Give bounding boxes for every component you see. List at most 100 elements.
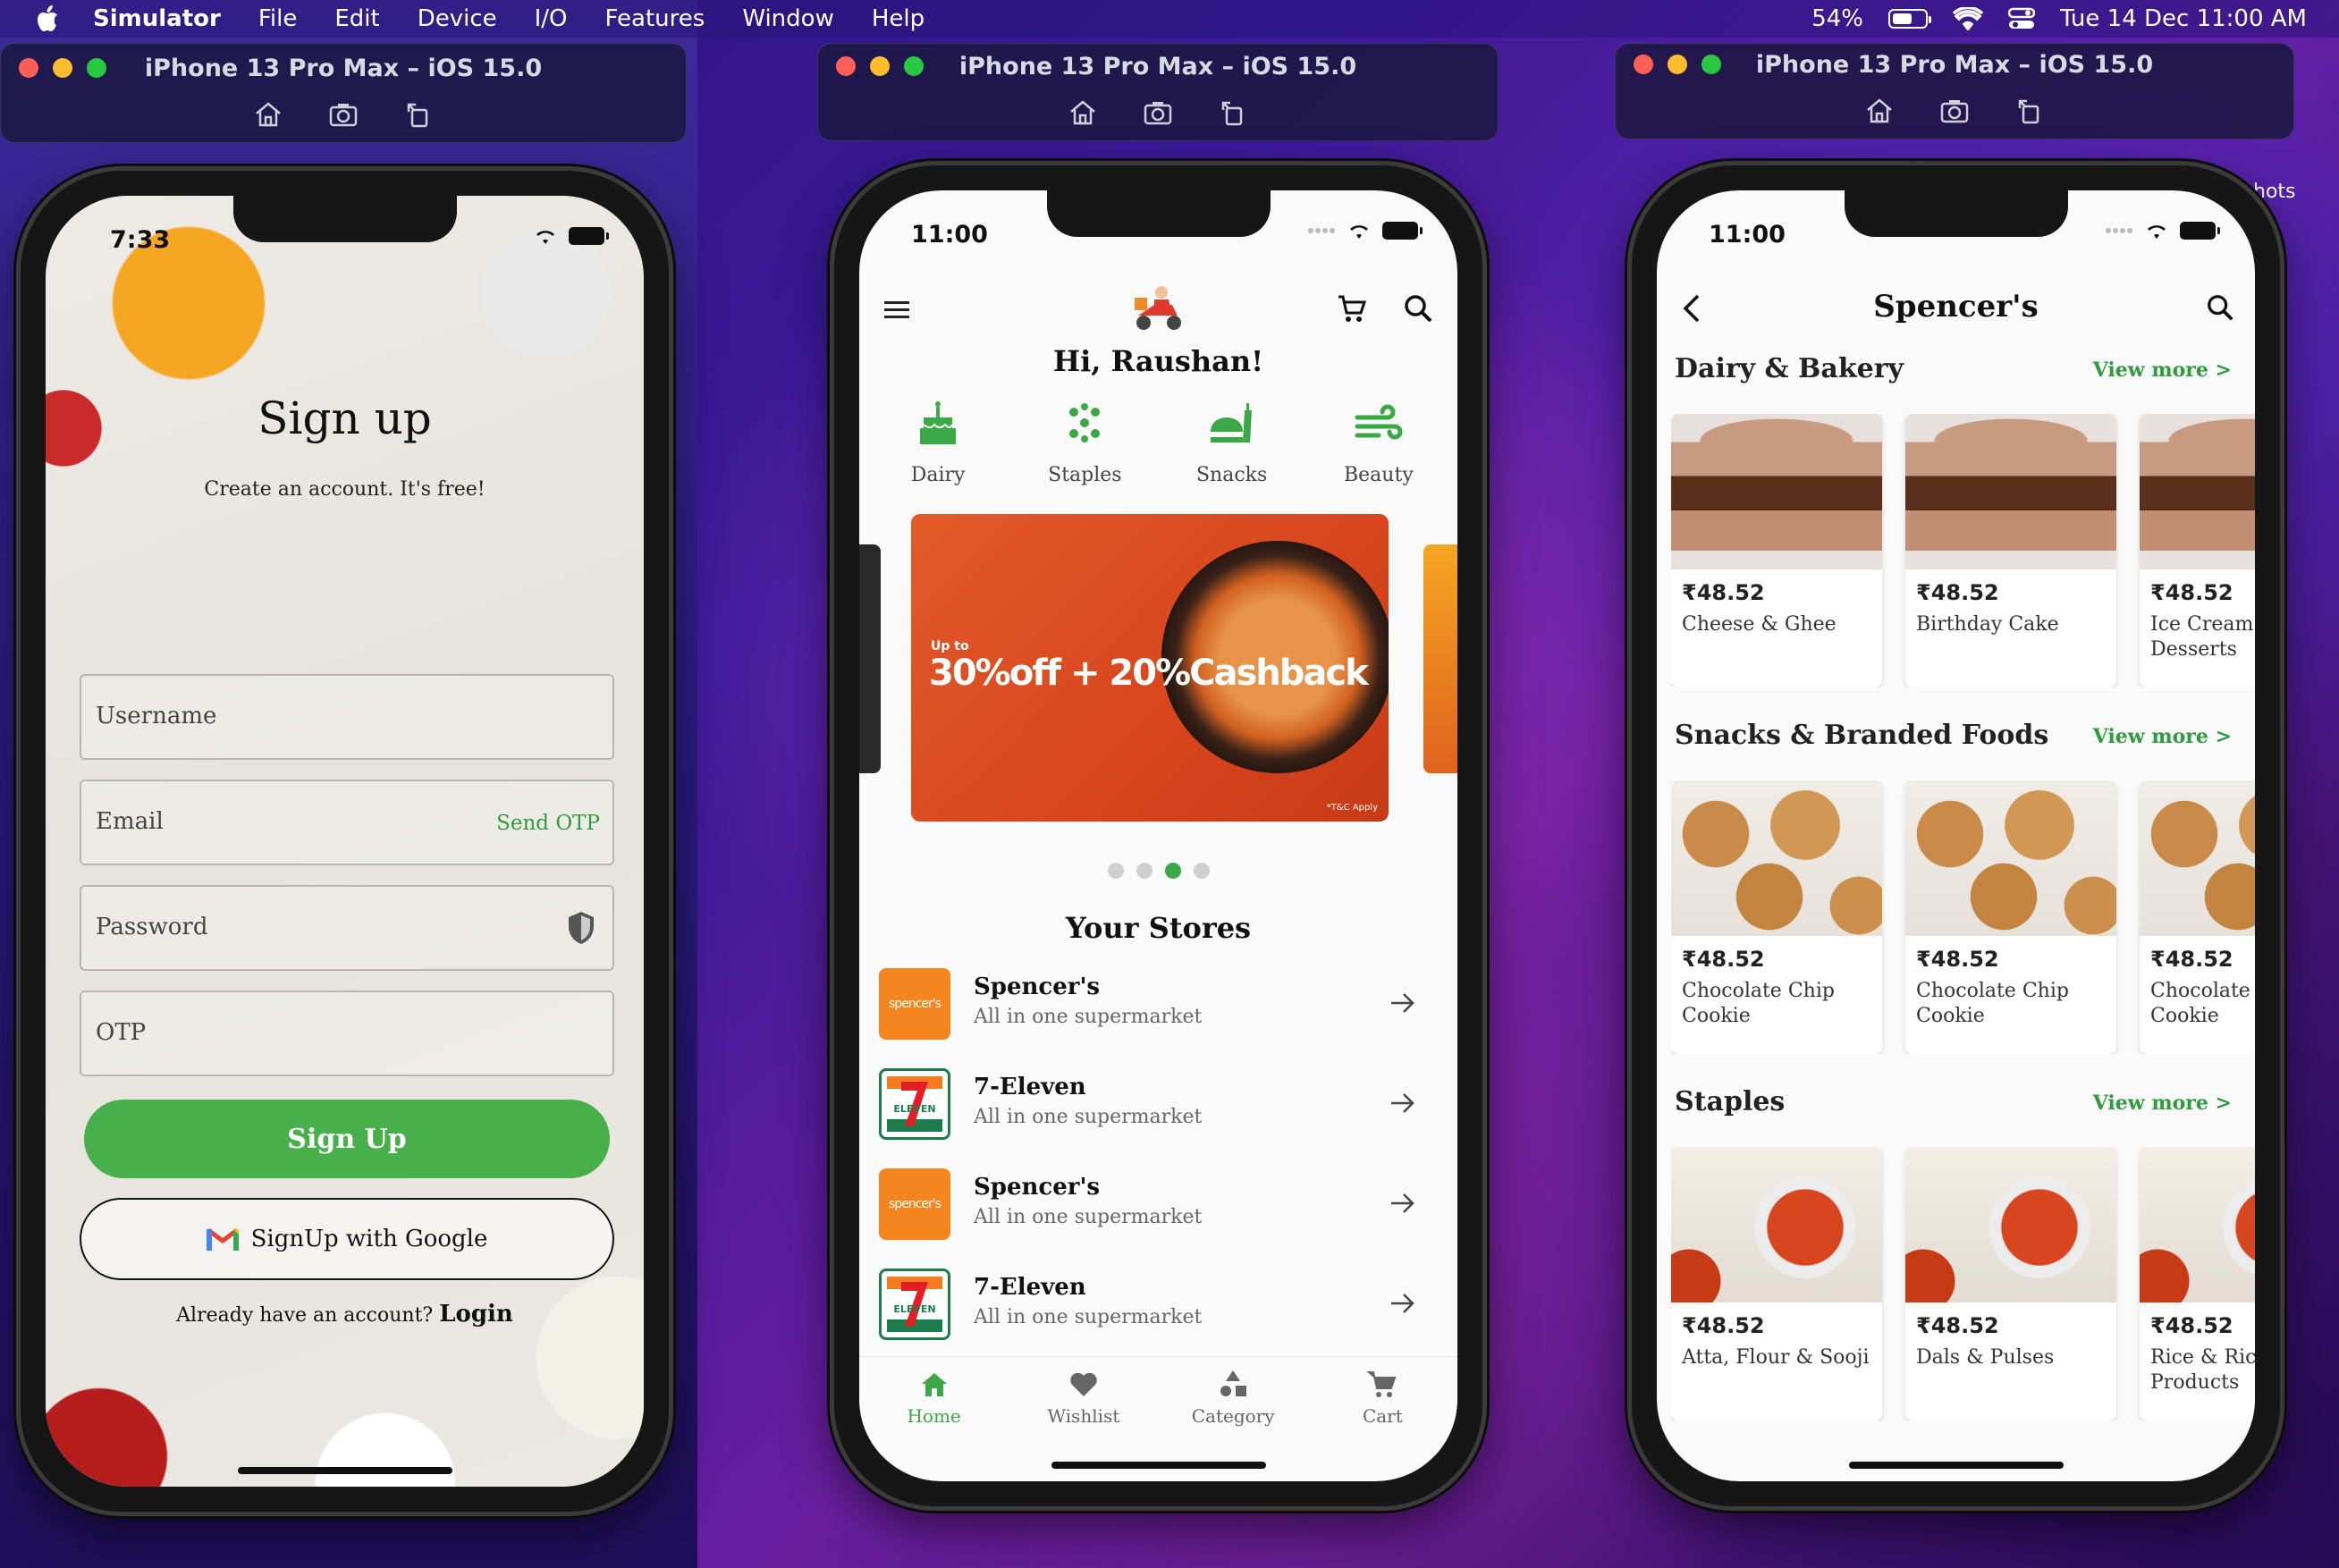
fastfood-icon	[1210, 403, 1252, 443]
arrow-right-icon[interactable]	[1388, 1088, 1418, 1118]
store-description: All in one supermarket	[974, 1306, 1203, 1328]
screenshot-icon[interactable]	[1939, 96, 1970, 126]
menu-edit[interactable]: Edit	[334, 5, 379, 32]
search-icon[interactable]	[1402, 292, 1434, 325]
rotate-icon[interactable]	[2014, 96, 2045, 126]
wifi-icon[interactable]	[1952, 7, 1983, 30]
menu-features[interactable]: Features	[605, 5, 705, 32]
category-staples[interactable]: Staples	[1018, 398, 1152, 486]
mac-menubar: Simulator File Edit Device I/O Features …	[0, 0, 2339, 38]
product-image	[1671, 780, 1882, 936]
username-placeholder: Username	[96, 703, 217, 729]
password-field[interactable]: Password	[80, 885, 614, 971]
menu-window[interactable]: Window	[742, 5, 834, 32]
menubar-clock[interactable]: Tue 14 Dec 11:00 AM	[2060, 5, 2307, 32]
arrow-right-icon[interactable]	[1388, 1288, 1418, 1319]
menu-app-name[interactable]: Simulator	[93, 5, 221, 32]
screenshot-icon[interactable]	[328, 99, 359, 130]
product-card[interactable]: ₹48.52 Atta, Flour & Sooji	[1671, 1147, 1882, 1420]
hamburger-menu-icon[interactable]	[882, 296, 913, 323]
product-name: Ice Cream & Desserts	[2150, 613, 2255, 661]
nav-category[interactable]: Category	[1161, 1357, 1305, 1454]
product-name: Birthday Cake	[1916, 613, 2059, 636]
send-otp-button[interactable]: Send OTP	[496, 812, 600, 835]
product-card[interactable]: ₹48.52 Chocolate Chip Cookie	[1905, 780, 2116, 1054]
nav-cart[interactable]: Cart	[1311, 1357, 1454, 1454]
menu-help[interactable]: Help	[872, 5, 925, 32]
username-field[interactable]: Username	[80, 674, 614, 760]
product-image	[2140, 780, 2255, 936]
product-price: ₹48.52	[1682, 947, 1765, 972]
product-card[interactable]: ₹48.52 Rice & Rice Products	[2140, 1147, 2255, 1420]
shield-icon[interactable]	[566, 910, 596, 946]
wifi-icon	[536, 231, 554, 244]
product-card[interactable]: ₹48.52 Birthday Cake	[1905, 414, 2116, 687]
simulator-window-title: iPhone 13 Pro Max – iOS 15.0	[958, 53, 1357, 80]
menu-io[interactable]: I/O	[535, 5, 568, 32]
nav-home[interactable]: Home	[863, 1357, 1006, 1454]
rotate-icon[interactable]	[403, 99, 434, 130]
signup-button[interactable]: Sign Up	[84, 1100, 610, 1178]
otp-field[interactable]: OTP	[80, 991, 614, 1076]
search-icon[interactable]	[2205, 292, 2235, 323]
product-card[interactable]: ₹48.52 Dals & Pulses	[1905, 1147, 2116, 1420]
product-name: Chocolate Chip Cookie	[2150, 980, 2255, 1027]
promo-banner[interactable]: Up to 30%off + 20%Cashback *T&C Apply	[911, 514, 1389, 822]
store-list-item[interactable]: ELEVEN 7-Eleven All in one supermarket	[879, 1267, 1440, 1347]
otp-placeholder: OTP	[96, 1019, 147, 1046]
carousel-dot[interactable]	[1193, 863, 1210, 879]
product-name: Rice & Rice Products	[2150, 1346, 2255, 1394]
home-icon[interactable]	[1864, 96, 1895, 126]
home-indicator[interactable]	[1848, 1462, 2064, 1469]
home-indicator[interactable]	[1051, 1462, 1266, 1469]
product-card[interactable]: ₹48.52 Chocolate Chip Cookie	[2140, 780, 2255, 1054]
gmail-icon	[206, 1228, 239, 1251]
simulator-window-1-toolbar: iPhone 13 Pro Max – iOS 15.0	[0, 43, 687, 143]
apple-logo-icon[interactable]	[36, 5, 59, 32]
phone-notch	[232, 196, 457, 242]
product-card[interactable]: ₹48.52 Ice Cream & Desserts	[2140, 414, 2255, 687]
carousel-next-slide[interactable]	[1423, 544, 1457, 773]
carousel-prev-slide[interactable]	[859, 544, 881, 773]
store-list-item[interactable]: ELEVEN 7-Eleven All in one supermarket	[879, 1066, 1440, 1147]
product-card[interactable]: ₹48.52 Cheese & Ghee	[1671, 414, 1882, 687]
battery-icon[interactable]	[1887, 9, 1931, 29]
category-beauty[interactable]: Beauty	[1312, 398, 1446, 486]
home-icon[interactable]	[253, 99, 283, 130]
view-more-link[interactable]: View more >	[2093, 725, 2232, 748]
store-list-item[interactable]: spencer's Spencer's All in one supermark…	[879, 966, 1440, 1047]
menu-device[interactable]: Device	[418, 5, 497, 32]
arrow-right-icon[interactable]	[1388, 1188, 1418, 1218]
store-list-item[interactable]: spencer's Spencer's All in one supermark…	[879, 1167, 1440, 1247]
phone-notch	[1844, 190, 2068, 237]
login-prompt: Already have an account? Login	[46, 1301, 644, 1328]
arrow-right-icon[interactable]	[1388, 988, 1418, 1018]
carousel-dot[interactable]	[1107, 863, 1124, 879]
product-card[interactable]: ₹48.52 Chocolate Chip Cookie	[1671, 780, 1882, 1054]
view-more-link[interactable]: View more >	[2093, 358, 2232, 382]
cart-icon[interactable]	[1336, 292, 1368, 325]
home-icon[interactable]	[1068, 97, 1098, 128]
carousel-dot-active[interactable]	[1164, 863, 1181, 879]
control-center-icon[interactable]	[2007, 7, 2035, 30]
screenshot-icon[interactable]	[1143, 97, 1173, 128]
spencers-logo: spencer's	[879, 1168, 950, 1240]
status-time: 11:00	[911, 221, 988, 249]
menu-file[interactable]: File	[258, 5, 298, 32]
carousel-dot[interactable]	[1136, 863, 1153, 879]
section-header-snacks: Snacks & Branded Foods View more >	[1675, 720, 2237, 755]
nav-wishlist[interactable]: Wishlist	[1012, 1357, 1155, 1454]
category-dairy[interactable]: Dairy	[871, 398, 1005, 486]
view-more-link[interactable]: View more >	[2093, 1092, 2232, 1115]
section-title: Staples	[1675, 1086, 1786, 1117]
product-price: ₹48.52	[1916, 1313, 1999, 1338]
google-signup-button[interactable]: SignUp with Google	[80, 1198, 614, 1280]
email-field[interactable]: Email Send OTP	[80, 780, 614, 865]
phone-notch	[1046, 190, 1271, 237]
login-link[interactable]: Login	[439, 1301, 513, 1328]
rotate-icon[interactable]	[1218, 97, 1248, 128]
wind-air-icon	[1355, 404, 1403, 440]
home-indicator[interactable]	[237, 1467, 452, 1474]
product-name: Cheese & Ghee	[1682, 613, 1837, 636]
category-snacks[interactable]: Snacks	[1165, 398, 1299, 486]
